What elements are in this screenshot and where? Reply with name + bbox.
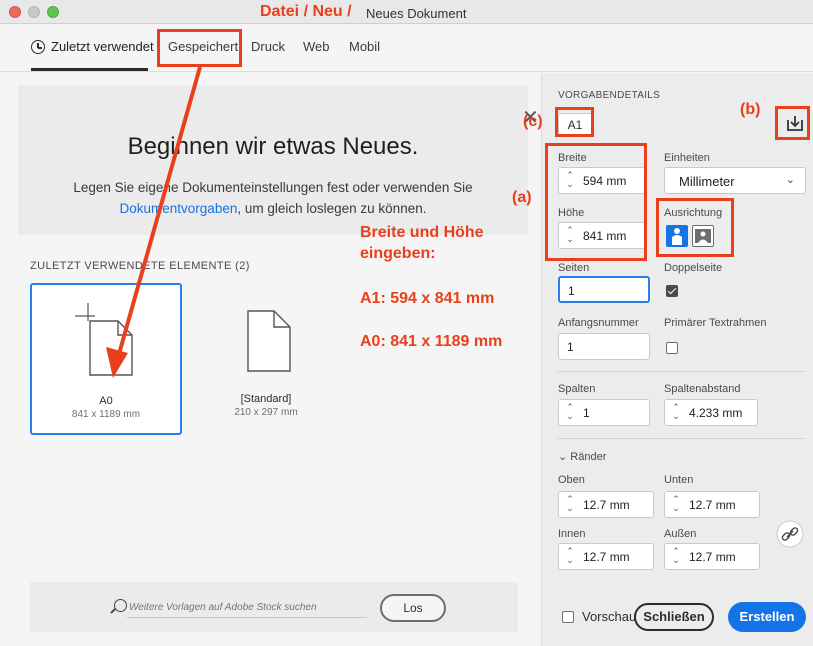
start-number-label: Anfangsnummer xyxy=(558,317,639,329)
tab-mobile[interactable]: Mobil xyxy=(349,39,380,54)
preview-checkbox[interactable] xyxy=(562,611,574,623)
preview-label: Vorschau xyxy=(582,609,637,624)
annotation-box-preset-name xyxy=(555,107,594,137)
tab-web[interactable]: Web xyxy=(303,39,330,54)
margin-inside-value: 12.7 mm xyxy=(583,550,630,564)
margin-bottom-stepper[interactable]: ⌃ ⌄ xyxy=(670,495,682,515)
margin-outside-stepper[interactable]: ⌃ ⌄ xyxy=(670,547,682,567)
zoom-window-button[interactable] xyxy=(47,6,59,18)
preset-tabs: Zuletzt verwendet Gespeichert Druck Web … xyxy=(0,24,813,72)
facing-pages-label: Doppelseite xyxy=(664,262,723,274)
units-value: Millimeter xyxy=(679,174,735,189)
welcome-text-after: , um gleich loslegen zu können. xyxy=(237,201,427,216)
welcome-panel: ✕ Beginnen wir etwas Neues. Legen Sie ei… xyxy=(18,85,539,235)
preset-details-heading: VORGABENDETAILS xyxy=(558,90,661,101)
annotation-box-save-preset xyxy=(775,106,810,140)
chevron-down-icon: ⌄ xyxy=(558,451,568,463)
annotation-box-dimensions xyxy=(545,143,647,261)
margin-inside-stepper[interactable]: ⌃ ⌄ xyxy=(564,547,576,567)
recent-heading-label: ZULETZT VERWENDETE ELEMENTE xyxy=(30,260,232,272)
divider xyxy=(557,438,805,439)
margin-outside-label: Außen xyxy=(664,528,697,540)
tab-print[interactable]: Druck xyxy=(251,39,285,54)
annotation-box-orientation xyxy=(656,198,734,257)
welcome-text-before: Legen Sie eigene Dokumenteinstellungen f… xyxy=(73,180,473,195)
margin-top-value: 12.7 mm xyxy=(583,498,630,512)
title-annotation: Datei / Neu / xyxy=(260,3,352,20)
primary-text-frame-label: Primärer Textrahmen xyxy=(664,317,767,329)
document-icon xyxy=(247,310,291,372)
clock-icon xyxy=(31,40,45,54)
gutter-label: Spaltenabstand xyxy=(664,383,741,395)
document-presets-link[interactable]: Dokumentvorgaben xyxy=(120,201,238,216)
primary-text-frame-checkbox[interactable] xyxy=(666,342,678,354)
recent-item-standard[interactable]: [Standard] 210 x 297 mm xyxy=(190,283,342,435)
columns-stepper[interactable]: ⌃ ⌄ xyxy=(564,403,576,423)
stock-search-input[interactable] xyxy=(127,598,367,618)
margin-bottom-value: 12.7 mm xyxy=(689,498,736,512)
facing-pages-checkbox[interactable] xyxy=(666,285,678,297)
margin-bottom-field[interactable]: ⌃ ⌄ 12.7 mm xyxy=(664,491,760,518)
margin-outside-value: 12.7 mm xyxy=(689,550,736,564)
gutter-value: 4.233 mm xyxy=(689,406,743,420)
create-button[interactable]: Erstellen xyxy=(728,602,806,632)
margin-top-stepper[interactable]: ⌃ ⌄ xyxy=(564,495,576,515)
divider xyxy=(557,371,805,372)
columns-label: Spalten xyxy=(558,383,596,395)
recent-item-name: [Standard] xyxy=(240,393,292,405)
start-number-value: 1 xyxy=(567,340,574,354)
recent-item-name: A0 xyxy=(99,395,113,407)
margin-bottom-label: Unten xyxy=(664,474,694,486)
recent-count: (2) xyxy=(235,260,250,272)
stock-search-bar: Los xyxy=(30,582,518,632)
close-button[interactable]: Schließen xyxy=(634,603,714,631)
active-tab-indicator xyxy=(31,68,148,71)
columns-field[interactable]: ⌃ ⌄ 1 xyxy=(558,399,650,426)
minimize-window-button[interactable] xyxy=(28,6,40,18)
annotation-box-saved-tab xyxy=(157,29,242,67)
recent-item-size: 210 x 297 mm xyxy=(234,407,298,418)
annotation-label-b: (b) xyxy=(740,101,761,118)
recent-item-a0[interactable]: A0 841 x 1189 mm xyxy=(30,283,182,435)
units-select[interactable]: Millimeter ⌄ xyxy=(664,167,806,194)
close-window-button[interactable] xyxy=(9,6,21,18)
columns-value: 1 xyxy=(583,406,590,420)
chevron-down-icon: ⌄ xyxy=(785,174,795,186)
start-number-field[interactable]: 1 xyxy=(558,333,650,360)
margin-top-label: Oben xyxy=(558,474,585,486)
tab-recent[interactable]: Zuletzt verwendet xyxy=(51,39,154,54)
new-document-dialog: Datei / Neu / Neues Dokument Zuletzt ver… xyxy=(0,0,813,646)
annotation-instruction-line2: eingeben: xyxy=(360,245,436,262)
window-title: Neues Dokument xyxy=(366,6,467,21)
margin-inside-field[interactable]: ⌃ ⌄ 12.7 mm xyxy=(558,543,654,570)
annotation-label-c: (c) xyxy=(523,113,543,130)
annotation-label-a: (a) xyxy=(512,189,532,206)
recent-items-heading: ZULETZT VERWENDETE ELEMENTE (2) xyxy=(30,260,250,272)
chain-link-icon[interactable] xyxy=(776,520,804,548)
search-icon xyxy=(114,599,127,612)
pages-value: 1 xyxy=(568,284,575,298)
margin-outside-field[interactable]: ⌃ ⌄ 12.7 mm xyxy=(664,543,760,570)
document-icon xyxy=(75,303,133,376)
welcome-title: Beginnen wir etwas Neues. xyxy=(127,133,419,160)
annotation-a0-size: A0: 841 x 1189 mm xyxy=(360,333,503,350)
margins-toggle[interactable]: ⌄ Ränder xyxy=(558,450,606,463)
search-go-button[interactable]: Los xyxy=(380,594,446,622)
title-bar: Datei / Neu / Neues Dokument xyxy=(0,0,813,24)
margin-inside-label: Innen xyxy=(558,528,586,540)
recent-item-size: 841 x 1189 mm xyxy=(71,409,141,420)
main-area: ✕ Beginnen wir etwas Neues. Legen Sie ei… xyxy=(0,73,540,646)
margin-top-field[interactable]: ⌃ ⌄ 12.7 mm xyxy=(558,491,654,518)
pages-label: Seiten xyxy=(558,262,590,274)
welcome-text: Legen Sie eigene Dokumenteinstellungen f… xyxy=(18,177,528,219)
margins-label: Ränder xyxy=(570,451,607,463)
annotation-instruction-line1: Breite und Höhe xyxy=(360,224,484,241)
pages-field[interactable]: 1 xyxy=(558,276,650,303)
gutter-stepper[interactable]: ⌃ ⌄ xyxy=(670,403,682,423)
units-label: Einheiten xyxy=(664,152,710,164)
gutter-field[interactable]: ⌃ ⌄ 4.233 mm xyxy=(664,399,758,426)
annotation-a1-size: A1: 594 x 841 mm xyxy=(360,290,495,307)
